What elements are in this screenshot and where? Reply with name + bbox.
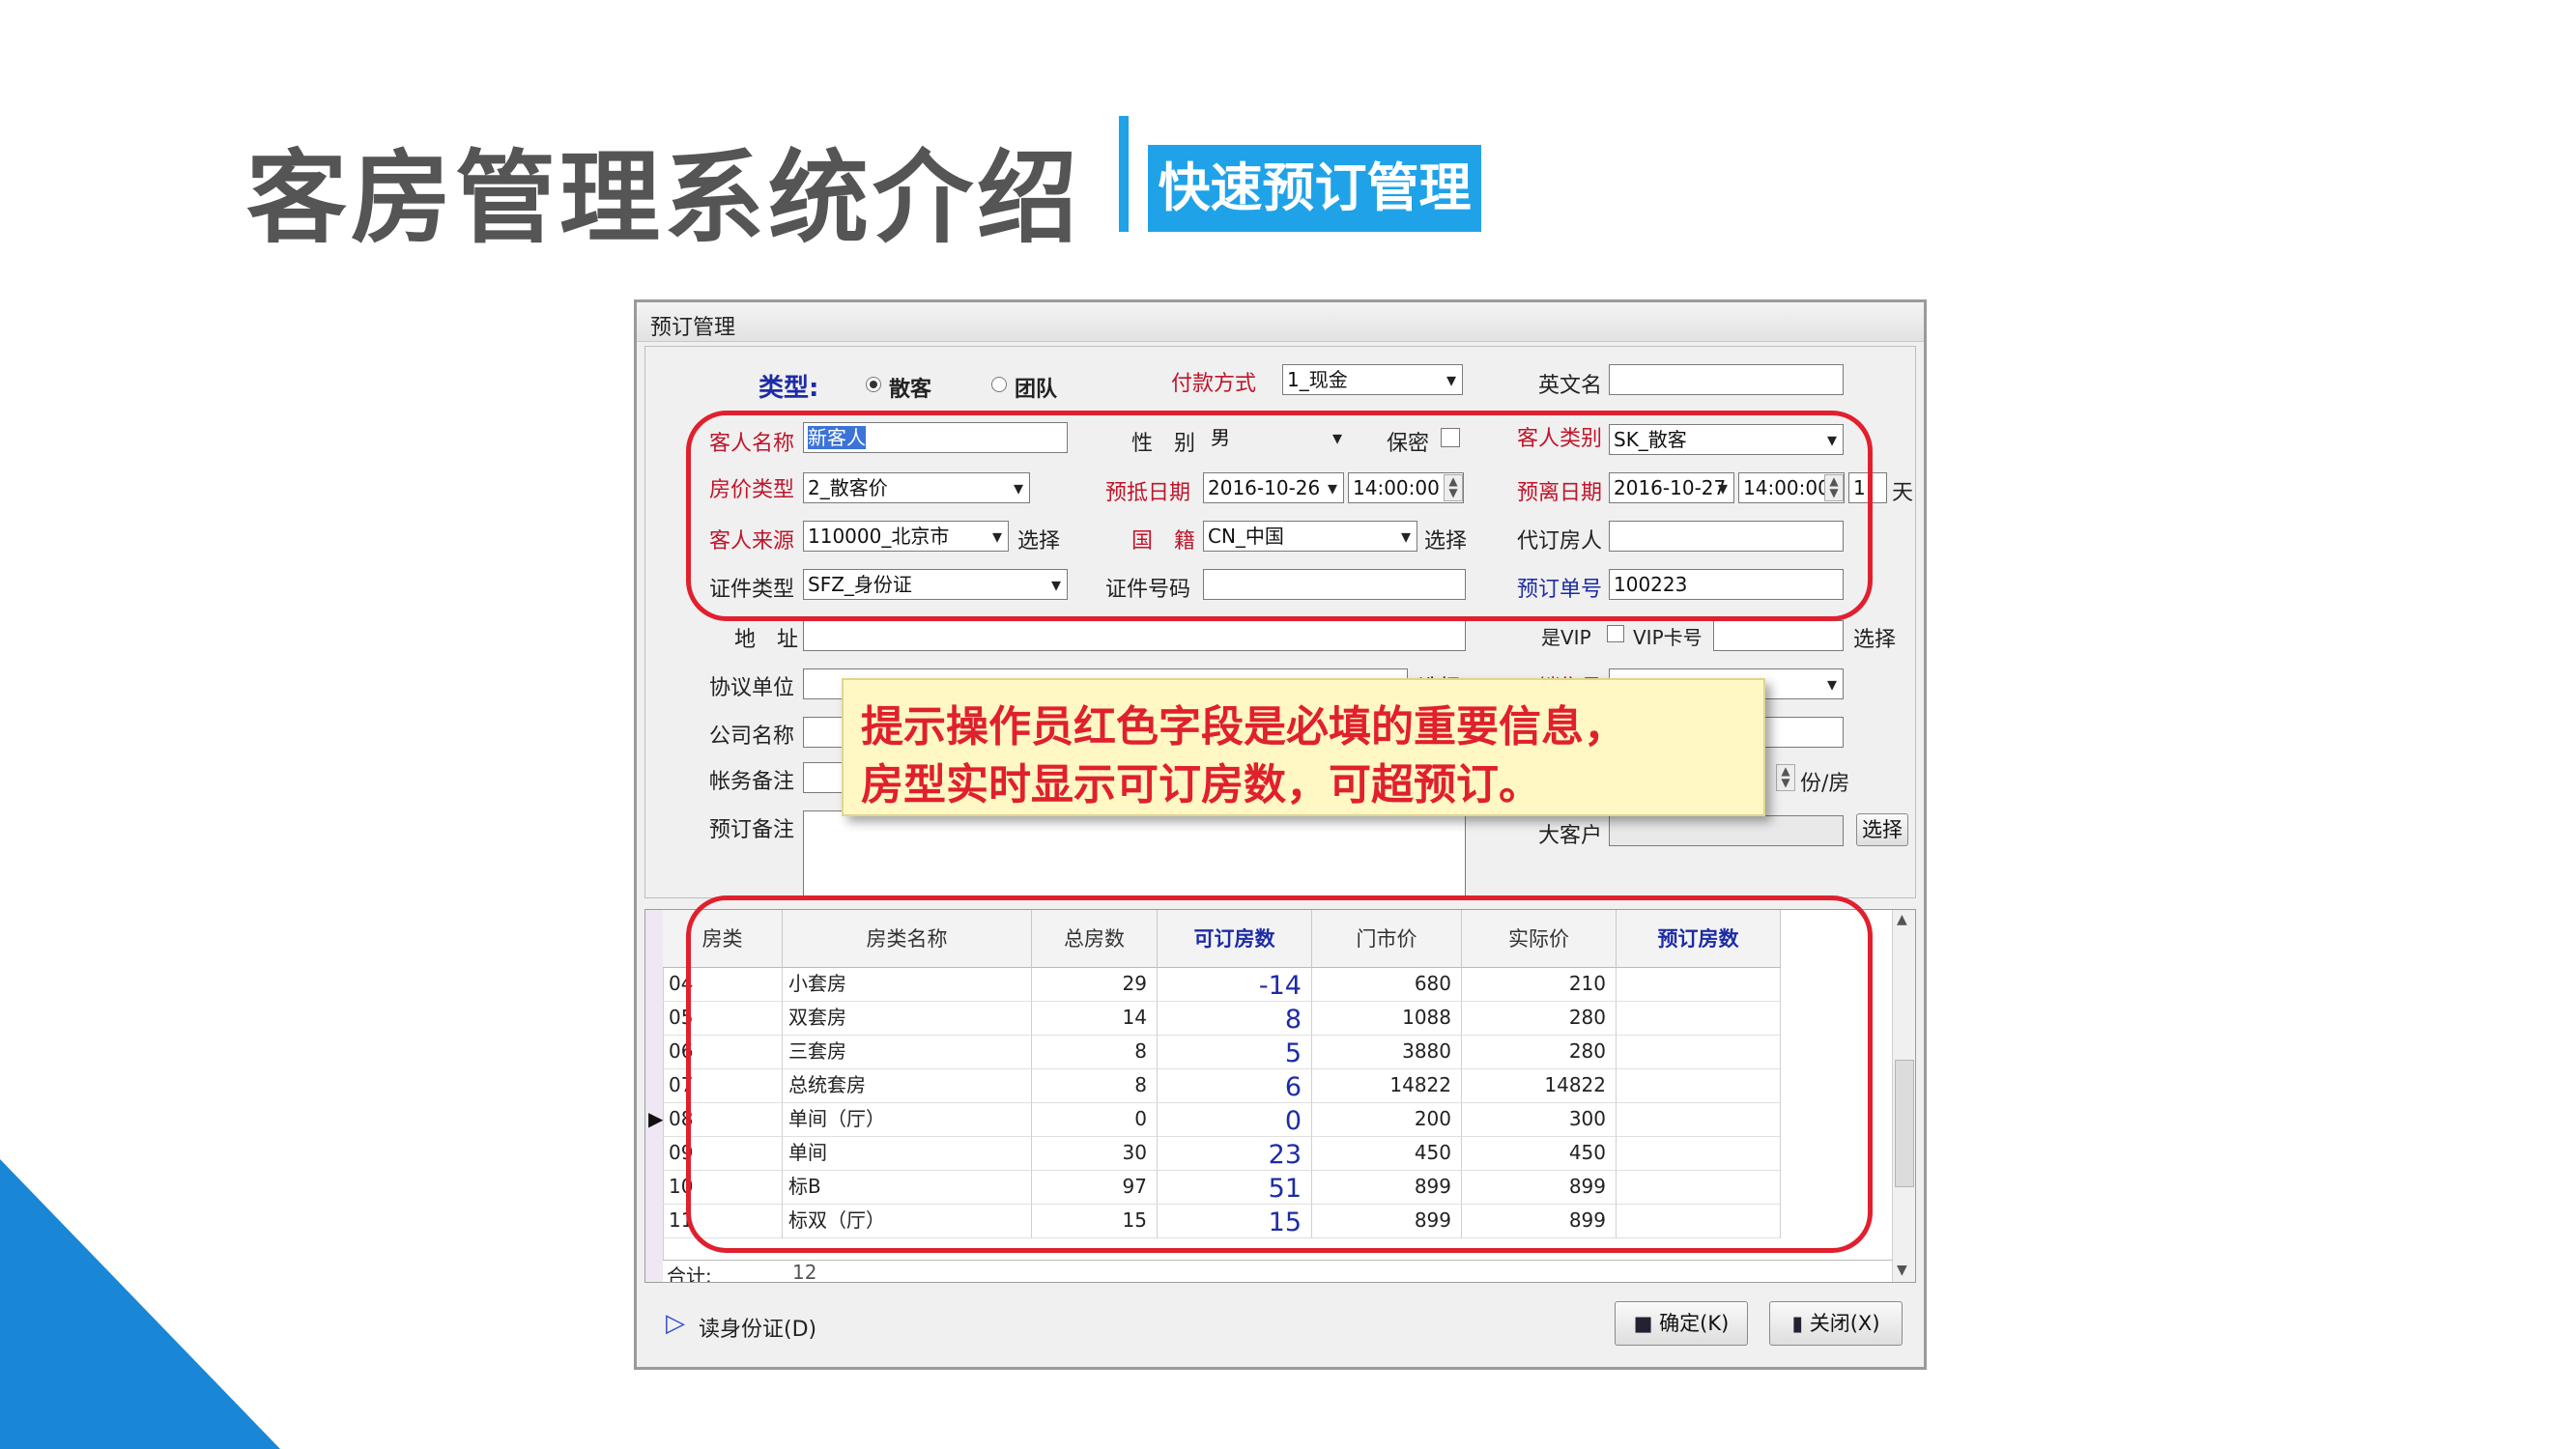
- row-indicator-column: [645, 910, 664, 1282]
- big-customer-label: 大客户: [1538, 824, 1603, 848]
- vip-select-link[interactable]: 选择: [1853, 622, 1896, 653]
- vip-label: 是VIP: [1541, 626, 1591, 649]
- english-name-input[interactable]: [1609, 364, 1844, 395]
- grid-total-row: 合计: 12: [663, 1260, 1892, 1283]
- window-title: 预订管理: [650, 316, 736, 340]
- agreement-label: 协议单位: [709, 676, 795, 700]
- company-label: 公司名称: [709, 724, 795, 749]
- close-button[interactable]: ▮ 关闭(X): [1769, 1301, 1903, 1346]
- radio-individual-label: 散客: [889, 378, 932, 402]
- scroll-thumb[interactable]: [1895, 1060, 1914, 1187]
- close-button-label: 关闭(X): [1809, 1312, 1880, 1335]
- big-customer-input[interactable]: [1609, 815, 1844, 846]
- portion-spinner[interactable]: ▲ ▼: [1776, 764, 1795, 791]
- slide-title: 客房管理系统介绍: [246, 139, 1082, 257]
- save-icon: ■: [1633, 1312, 1653, 1335]
- address-input[interactable]: [803, 620, 1466, 651]
- exit-door-icon: ▮: [1791, 1312, 1804, 1335]
- total-value: 12: [792, 1261, 817, 1283]
- tip-line-2: 房型实时显示可订房数，可超预订。: [861, 760, 1541, 810]
- slide-subtitle: 快速预订管理: [1158, 157, 1472, 218]
- corner-decoration: [0, 1159, 280, 1449]
- nights-unit: 天: [1892, 481, 1914, 505]
- payment-label: 付款方式: [1171, 372, 1257, 396]
- availability-highlight: [686, 895, 1873, 1253]
- ok-button[interactable]: ■ 确定(K): [1615, 1301, 1748, 1346]
- per-room-label: 份/房: [1800, 772, 1850, 796]
- tip-line-1: 提示操作员红色字段是必填的重要信息，: [861, 702, 1626, 752]
- read-id-link[interactable]: 读身份证(D): [699, 1312, 816, 1343]
- english-name-label: 英文名: [1538, 374, 1603, 398]
- vip-card-input[interactable]: [1713, 620, 1844, 651]
- grid-scrollbar[interactable]: ▲ ▼: [1892, 910, 1915, 1282]
- play-icon: ▷: [666, 1309, 685, 1338]
- account-note-label: 帐务备注: [709, 770, 795, 794]
- booking-note-textarea[interactable]: [803, 810, 1466, 897]
- window-titlebar: 预订管理: [637, 302, 1924, 342]
- scroll-up-icon[interactable]: ▲: [1897, 912, 1907, 927]
- vip-card-label: VIP卡号: [1633, 626, 1703, 649]
- vip-checkbox[interactable]: [1607, 625, 1624, 642]
- big-customer-select-button[interactable]: 选择: [1856, 813, 1908, 846]
- type-label: 类型:: [758, 374, 819, 403]
- radio-individual[interactable]: [866, 377, 881, 392]
- address-label: 地 址: [734, 628, 799, 652]
- total-label: 合计:: [667, 1264, 712, 1283]
- radio-group-label: 团队: [1015, 378, 1058, 402]
- tip-callout: 提示操作员红色字段是必填的重要信息， 房型实时显示可订房数，可超预订。: [842, 678, 1765, 816]
- radio-group[interactable]: [991, 377, 1007, 392]
- required-fields-highlight: [686, 411, 1873, 621]
- payment-select[interactable]: 1_现金: [1282, 364, 1463, 395]
- title-divider: [1119, 116, 1129, 232]
- booking-note-label: 预订备注: [709, 818, 795, 842]
- current-row-indicator-icon: ▶: [648, 1107, 664, 1130]
- ok-button-label: 确定(K): [1659, 1312, 1730, 1335]
- scroll-down-icon[interactable]: ▼: [1897, 1263, 1907, 1278]
